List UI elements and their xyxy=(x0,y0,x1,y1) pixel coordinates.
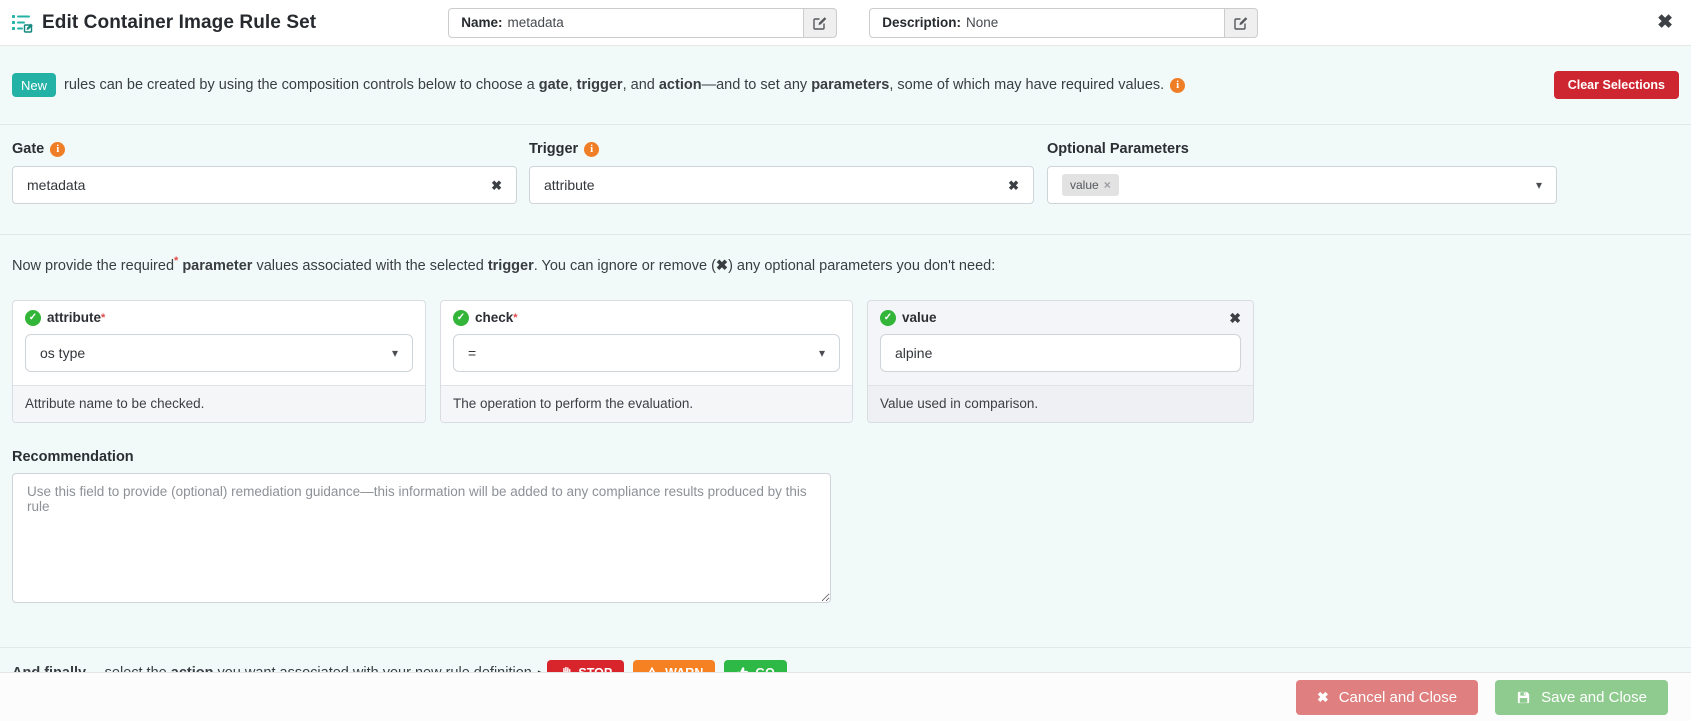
gate-clear-icon[interactable]: ✖ xyxy=(491,179,502,192)
optional-parameter-tag: value × xyxy=(1062,174,1119,196)
cancel-button-label: Cancel and Close xyxy=(1339,689,1457,706)
recommendation-textarea[interactable] xyxy=(12,473,831,603)
attribute-select[interactable]: os type ▾ xyxy=(25,334,413,372)
chevron-down-icon: ▾ xyxy=(392,347,398,359)
name-field-value: metadata xyxy=(508,15,564,30)
intro-banner: New rules can be created by using the co… xyxy=(0,46,1691,124)
tag-label: value xyxy=(1070,178,1099,192)
description-field-value: None xyxy=(966,15,998,30)
required-asterisk: * xyxy=(174,255,178,267)
save-button-label: Save and Close xyxy=(1541,689,1647,706)
description-edit-button[interactable] xyxy=(1225,8,1258,38)
gate-select[interactable]: metadata ✖ xyxy=(12,166,517,204)
stop-action-button[interactable]: STOP xyxy=(547,660,624,672)
x-icon: ✖ xyxy=(1317,689,1329,706)
gate-value: metadata xyxy=(27,177,85,193)
composition-controls: Gate i metadata ✖ Trigger i attribute ✖ … xyxy=(0,125,1691,234)
save-and-close-button[interactable]: Save and Close xyxy=(1495,680,1668,715)
gate-column: Gate i metadata ✖ xyxy=(12,133,517,204)
name-field-group: Name: metadata xyxy=(448,8,837,38)
warn-action-button[interactable]: WARN xyxy=(633,660,715,672)
pencil-square-icon xyxy=(813,16,827,30)
tag-remove-icon[interactable]: × xyxy=(1104,178,1111,192)
info-icon[interactable]: i xyxy=(584,142,599,157)
parameter-card-check: ✓ check * = ▾ The operation to perform t… xyxy=(440,300,853,423)
action-row: And finally… select the action you want … xyxy=(0,648,1691,672)
parameter-card-value: ✓ value ✖ alpine Value used in compariso… xyxy=(867,300,1254,423)
description-field-group: Description: None xyxy=(869,8,1258,38)
go-action-button[interactable]: GO xyxy=(724,660,786,672)
required-asterisk: * xyxy=(513,312,517,324)
modal-header: Edit Container Image Rule Set Name: meta… xyxy=(0,0,1691,46)
parameter-cards: ✓ attribute * os type ▾ Attribute name t… xyxy=(0,280,1691,423)
attribute-value: os type xyxy=(40,345,85,361)
page-title: Edit Container Image Rule Set xyxy=(42,12,316,34)
action-instructions: And finally… select the action you want … xyxy=(12,665,532,672)
gate-label: Gate i xyxy=(12,133,517,166)
required-asterisk: * xyxy=(101,312,105,324)
name-field-label: Name: xyxy=(461,15,502,30)
trigger-clear-icon[interactable]: ✖ xyxy=(1008,179,1019,192)
chevron-down-icon: ▾ xyxy=(819,347,825,359)
pencil-square-icon xyxy=(1234,16,1248,30)
new-badge: New xyxy=(12,73,56,97)
optional-parameters-multiselect[interactable]: value × ▾ xyxy=(1047,166,1557,204)
rule-set-list-edit-icon xyxy=(12,13,33,33)
check-circle-icon: ✓ xyxy=(25,310,41,326)
parameter-description: Attribute name to be checked. xyxy=(13,385,425,422)
check-select[interactable]: = ▾ xyxy=(453,334,840,372)
remove-x-glyph: ✖ xyxy=(716,258,728,274)
card-header: ✓ value ✖ xyxy=(868,301,1253,333)
check-value: = xyxy=(468,345,476,361)
chevron-down-icon: ▾ xyxy=(1536,179,1542,191)
trigger-select[interactable]: attribute ✖ xyxy=(529,166,1034,204)
name-edit-button[interactable] xyxy=(804,8,837,38)
optional-parameters-column: Optional Parameters value × ▾ xyxy=(1047,133,1557,204)
card-header: ✓ check * xyxy=(441,301,852,333)
description-field[interactable]: Description: None xyxy=(869,8,1225,38)
value-input[interactable]: alpine xyxy=(880,334,1241,372)
floppy-disk-icon xyxy=(1516,690,1531,705)
optional-parameters-label: Optional Parameters xyxy=(1047,133,1557,166)
check-circle-icon: ✓ xyxy=(880,310,896,326)
parameter-card-attribute: ✓ attribute * os type ▾ Attribute name t… xyxy=(12,300,426,423)
parameter-name: check xyxy=(475,310,513,325)
description-field-label: Description: xyxy=(882,15,961,30)
parameter-description: Value used in comparison. xyxy=(868,385,1253,422)
modal-footer: ✖ Cancel and Close Save and Close xyxy=(0,672,1691,721)
card-header: ✓ attribute * xyxy=(13,301,425,333)
parameter-name: value xyxy=(902,310,937,325)
card-close-icon[interactable]: ✖ xyxy=(1229,311,1241,325)
info-icon[interactable]: i xyxy=(50,142,65,157)
trigger-label: Trigger i xyxy=(529,133,1034,166)
name-field[interactable]: Name: metadata xyxy=(448,8,804,38)
trigger-column: Trigger i attribute ✖ xyxy=(529,133,1034,204)
parameter-description: The operation to perform the evaluation. xyxy=(441,385,852,422)
parameter-instructions: Now provide the required* parameter valu… xyxy=(0,235,1691,280)
info-icon[interactable]: i xyxy=(1170,78,1185,93)
recommendation-label: Recommendation xyxy=(0,423,1691,473)
clear-selections-button[interactable]: Clear Selections xyxy=(1554,71,1679,99)
parameter-name: attribute xyxy=(47,310,101,325)
modal-body: New rules can be created by using the co… xyxy=(0,46,1691,672)
cancel-and-close-button[interactable]: ✖ Cancel and Close xyxy=(1296,680,1478,715)
banner-text: rules can be created by using the compos… xyxy=(64,77,1164,93)
close-icon[interactable]: ✖ xyxy=(1657,13,1673,32)
check-circle-icon: ✓ xyxy=(453,310,469,326)
trigger-value: attribute xyxy=(544,177,595,193)
value-input-value: alpine xyxy=(895,345,932,361)
